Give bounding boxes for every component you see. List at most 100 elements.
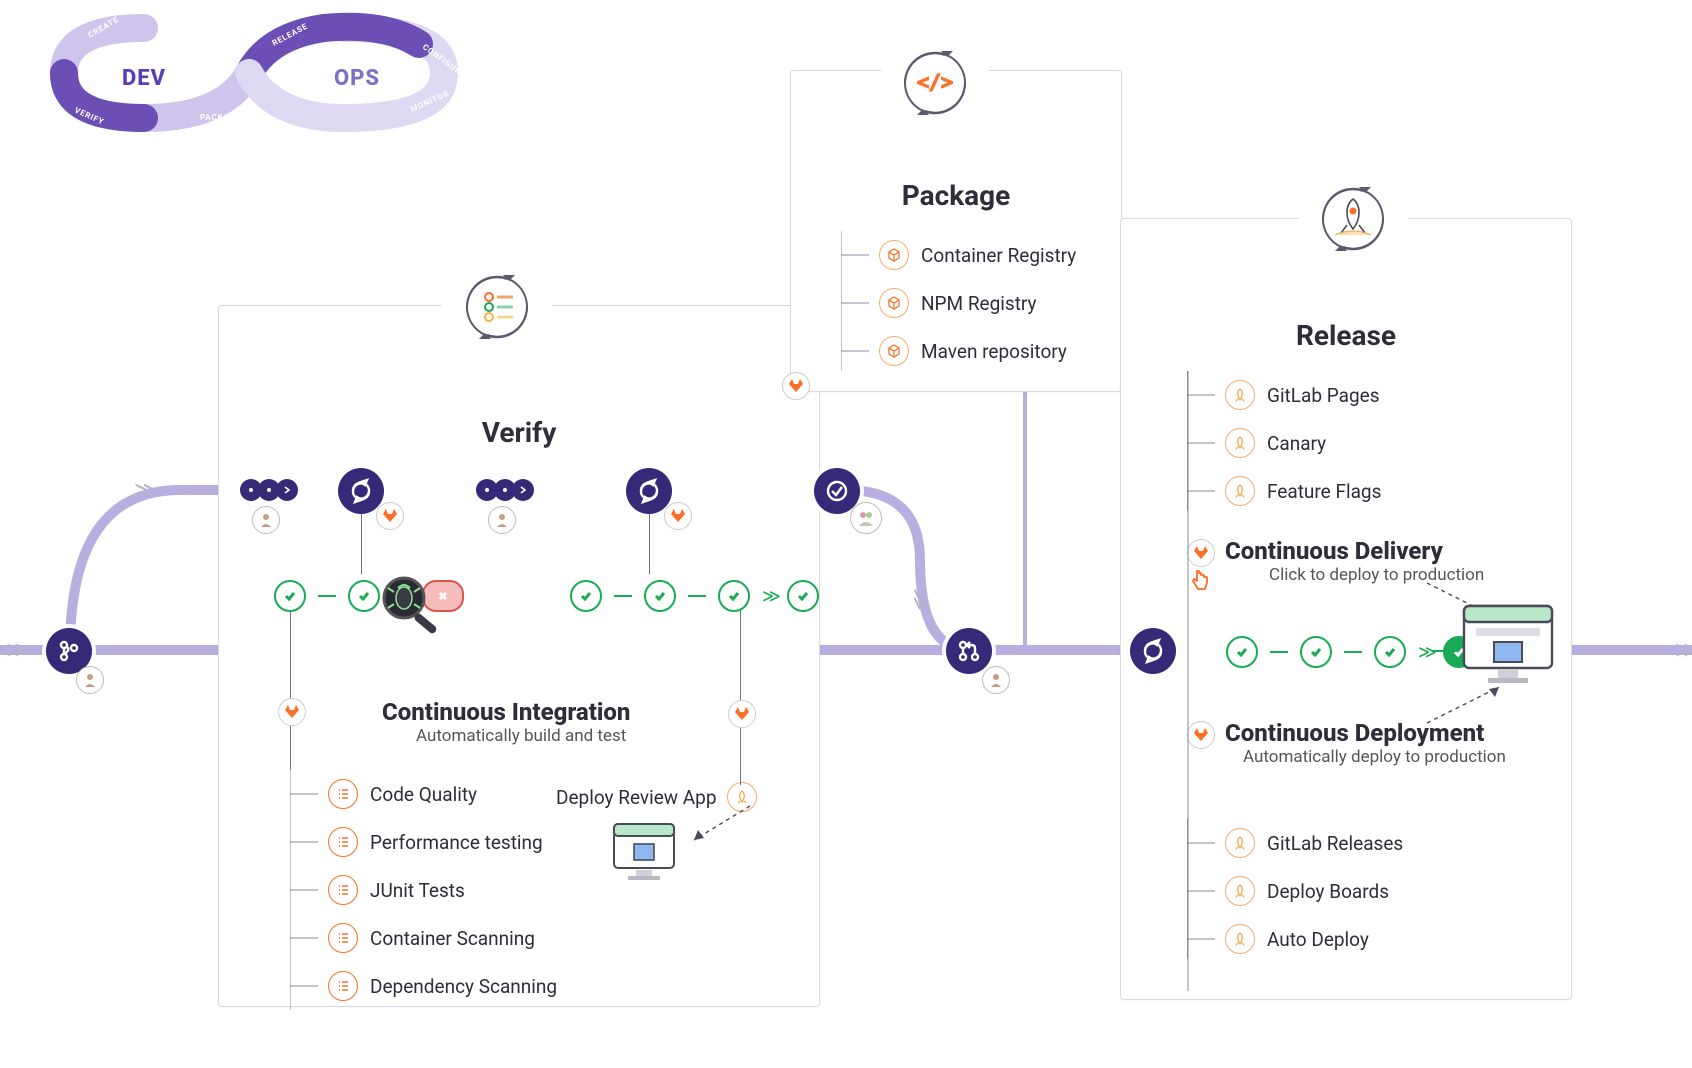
verify-cycle-icon [442,252,552,362]
check-pass-icon [274,580,306,612]
item-label: Maven repository [921,340,1067,363]
group-avatar-icon [850,502,882,534]
double-chevron-icon: ≫ [762,586,775,607]
gitlab-fox-icon [664,502,692,530]
check-pass-icon [1226,636,1258,668]
list-item: Feature Flags [1225,467,1487,515]
continuous-integration-section: Continuous Integration Automatically bui… [382,698,630,746]
gitlab-fox-icon [1187,721,1215,749]
gitlab-fox-icon [728,700,756,728]
release-top-list: GitLab Pages Canary Feature Flags [1187,371,1487,521]
release-cycle-icon [1298,164,1408,274]
item-label: Dependency Scanning [370,975,557,998]
package-item-list: Container Registry NPM Registry Maven re… [841,231,1101,381]
package-title: Package [791,179,1121,212]
user-avatar-icon [488,506,516,534]
pipeline-cycle-node-icon [1130,628,1176,674]
release-bracket-line [1187,371,1191,991]
svg-text:</>: </> [917,70,953,94]
ops-label: OPS [334,66,380,91]
rocket-icon [1225,876,1255,906]
list-item: Canary [1225,419,1487,467]
commit-cluster-icon [476,479,534,501]
checklist-icon [328,923,358,953]
connector-line [649,514,650,574]
cd-title: Continuous Delivery [1225,537,1484,565]
user-avatar-icon [982,666,1010,694]
svg-text:PLAN: PLAN [202,23,226,32]
package-box-icon [879,288,909,318]
connector-line [1432,650,1458,652]
rocket-icon [1225,924,1255,954]
flow-chevrons-icon: ≫ [6,638,21,663]
list-item: Code Quality [328,770,590,818]
item-label: Performance testing [370,831,543,854]
item-label: Canary [1267,432,1326,455]
bug-magnifier-icon [378,572,448,642]
item-label: Container Scanning [370,927,535,950]
rocket-icon [1225,828,1255,858]
list-item: Container Registry [879,231,1101,279]
connector-line [740,610,741,785]
merge-request-node-icon [946,628,992,674]
connector-line [361,514,362,574]
dashed-arrow-icon [686,800,756,848]
ci-item-list: Code Quality Performance testing JUnit T… [290,770,590,1020]
user-avatar-icon [76,666,104,694]
pipeline-cycle-node-icon [626,468,672,514]
gitlab-fox-icon [782,372,810,400]
list-item: Auto Deploy [1225,915,1487,963]
ci-title: Continuous Integration [382,698,630,726]
list-item: Deploy Boards [1225,867,1487,915]
list-item: NPM Registry [879,279,1101,327]
item-label: Feature Flags [1267,480,1381,503]
svg-text:PACKAGE: PACKAGE [200,113,241,122]
review-app-monitor-icon [610,820,694,898]
check-pass-icon [1374,636,1406,668]
package-cycle-icon: </> [880,28,990,138]
double-chevron-icon: ≫ [1418,642,1431,663]
flow-chevrons-icon: ≫ [1675,638,1690,663]
list-item: Dependency Scanning [328,962,590,1010]
release-check-row: ≫ [1226,636,1475,668]
list-item: GitLab Releases [1225,819,1487,867]
package-box-icon [879,240,909,270]
connector-line [290,610,291,770]
checklist-icon [328,875,358,905]
list-item: Container Scanning [328,914,590,962]
rocket-icon [1225,428,1255,458]
release-title: Release [1121,319,1571,352]
check-pass-icon [348,580,380,612]
gitlab-fox-icon [376,502,404,530]
checklist-icon [328,779,358,809]
list-item: GitLab Pages [1225,371,1487,419]
production-monitor-icon [1458,600,1558,692]
flow-chevrons-icon: ≫ [134,478,149,503]
pipeline-cycle-node-icon [338,468,384,514]
devops-pipeline-diagram: .p{stroke:#b8aee0;stroke-width:10;fill:n… [0,0,1692,1068]
check-pass-icon [644,580,676,612]
gitlab-fox-icon [1187,539,1215,567]
gitlab-fox-icon [278,698,306,726]
item-label: Container Registry [921,244,1076,267]
user-avatar-icon [252,506,280,534]
item-label: Auto Deploy [1267,928,1369,951]
checklist-icon [328,971,358,1001]
cdeploy-subtitle: Automatically deploy to production [1243,747,1506,767]
rocket-icon [1225,380,1255,410]
list-item: Performance testing [328,818,590,866]
check-pass-icon [570,580,602,612]
check-pass-icon [787,580,819,612]
list-item: Maven repository [879,327,1101,375]
item-label: NPM Registry [921,292,1037,315]
item-label: GitLab Releases [1267,832,1403,855]
list-item: JUnit Tests [328,866,590,914]
devops-loop-graphic: CREATE PLAN VERIFY PACKAGE RELEASE CONFI… [24,8,484,138]
check-pass-icon [1300,636,1332,668]
verify-title: Verify [219,416,819,449]
flow-chevrons-down-icon: ≫ [907,588,932,603]
item-label: GitLab Pages [1267,384,1380,407]
commit-cluster-icon [240,479,298,501]
pipeline-check-row-pass: ≫ [570,580,819,612]
checklist-icon [328,827,358,857]
